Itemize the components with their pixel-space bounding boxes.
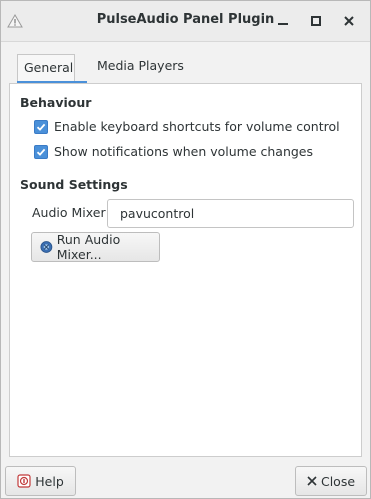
plugin-window: PulseAudio Panel Plugin General Media Pl… xyxy=(0,0,371,499)
close-icon xyxy=(307,476,317,486)
run-audio-mixer-button[interactable]: Run Audio Mixer... xyxy=(31,232,160,262)
general-panel: Behaviour Enable keyboard shortcuts for … xyxy=(9,83,362,457)
keyboard-shortcuts-option[interactable]: Enable keyboard shortcuts for volume con… xyxy=(34,119,340,134)
minimize-icon xyxy=(278,23,288,25)
keyboard-shortcuts-checkbox[interactable] xyxy=(34,119,48,134)
close-icon xyxy=(344,16,354,26)
notifications-option[interactable]: Show notifications when volume changes xyxy=(34,144,313,159)
sound-settings-heading: Sound Settings xyxy=(20,177,128,192)
close-window-button[interactable] xyxy=(337,9,361,33)
notifications-label: Show notifications when volume changes xyxy=(54,144,314,159)
help-icon xyxy=(17,474,31,488)
help-label: Help xyxy=(35,473,64,489)
behaviour-heading: Behaviour xyxy=(20,95,92,110)
checkmark-icon xyxy=(36,148,46,156)
run-audio-mixer-label: Run Audio Mixer... xyxy=(56,232,121,262)
help-button[interactable]: Help xyxy=(5,466,76,496)
tab-media-players[interactable]: Media Players xyxy=(91,51,190,81)
audio-mixer-icon xyxy=(40,241,53,253)
close-label: Close xyxy=(320,473,356,489)
keyboard-shortcuts-label: Enable keyboard shortcuts for volume con… xyxy=(54,119,340,134)
maximize-button[interactable] xyxy=(304,9,328,33)
minimize-button[interactable] xyxy=(271,9,295,33)
close-button[interactable]: Close xyxy=(295,466,367,496)
audio-mixer-input[interactable] xyxy=(107,199,354,228)
title-bar[interactable]: PulseAudio Panel Plugin xyxy=(1,1,370,42)
checkmark-icon xyxy=(36,123,46,131)
audio-mixer-label: Audio Mixer xyxy=(32,205,106,220)
notifications-checkbox[interactable] xyxy=(34,144,48,159)
tab-general[interactable]: General xyxy=(17,54,75,81)
maximize-icon xyxy=(311,16,321,26)
tab-bar: General Media Players xyxy=(9,51,362,84)
